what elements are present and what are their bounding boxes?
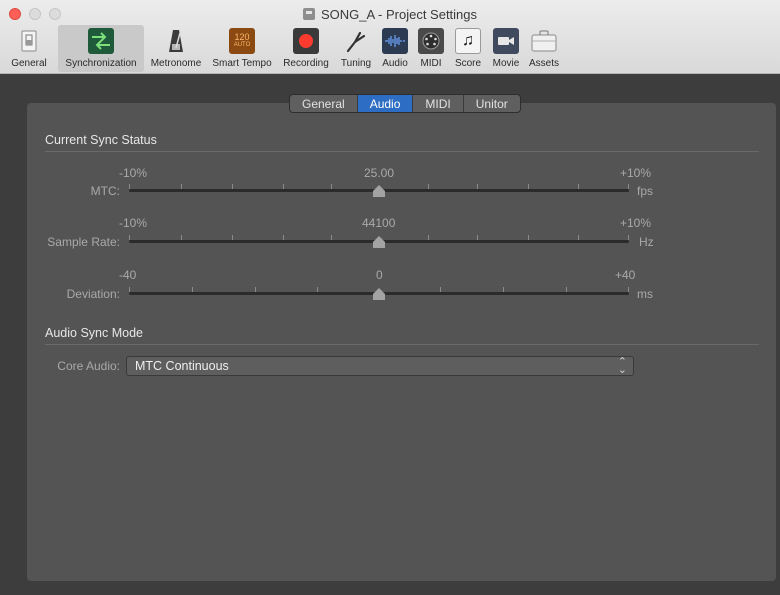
toolbar-label: General (11, 58, 47, 69)
window-title-text: SONG_A - Project Settings (320, 7, 478, 22)
sample-rate-value-label: 44100 (362, 216, 396, 230)
smart-tempo-badge-bottom: AUTO (233, 42, 251, 48)
midi-port-icon (418, 28, 444, 54)
toolbar-synchronization[interactable]: Synchronization (58, 25, 144, 72)
toolbar-label: MIDI (420, 58, 442, 69)
waveform-icon (382, 28, 408, 54)
toolbar-label: Audio (382, 58, 408, 69)
sync-tabs: General Audio MIDI Unitor (289, 94, 521, 113)
toolbar-assets[interactable]: Assets (526, 25, 562, 72)
briefcase-icon (531, 28, 557, 54)
toolbar-label: Recording (283, 58, 329, 69)
sync-arrows-icon (88, 28, 114, 54)
tab-audio[interactable]: Audio (357, 95, 414, 112)
mtc-label: MTC: (90, 184, 120, 198)
section-divider (45, 344, 759, 345)
smart-tempo-badge-top: 120 (234, 32, 250, 42)
deviation-min-label: -40 (119, 268, 137, 282)
deviation-max-label: +40 (615, 268, 636, 282)
deviation-slider-knob (373, 288, 385, 300)
deviation-label: Deviation: (66, 287, 120, 301)
chevron-up-down-icon: ⌃ ⌄ (617, 356, 627, 376)
sample-rate-label: Sample Rate: (47, 235, 120, 249)
sample-rate-min-label: -10% (119, 216, 148, 230)
toolbar-metronome[interactable]: Metronome (146, 25, 206, 72)
toolbar-audio[interactable]: Audio (378, 25, 412, 72)
toolbar-general[interactable]: General (0, 25, 58, 72)
toolbar-label: Tuning (340, 58, 372, 69)
metronome-icon (163, 28, 189, 54)
title-toolbar: SONG_A - Project Settings General Synchr… (0, 0, 780, 74)
tuning-fork-icon (343, 28, 369, 54)
switch-icon (16, 28, 42, 54)
section-divider (45, 151, 759, 152)
toolbar-midi[interactable]: MIDI (414, 25, 448, 72)
toolbar-label: Metronome (150, 58, 202, 69)
mtc-value-label: 25.00 (364, 166, 395, 180)
toolbar-label: Score (454, 58, 482, 69)
sample-rate-slider-knob (373, 236, 385, 248)
core-audio-label: Core Audio: (57, 359, 120, 373)
toolbar-movie[interactable]: Movie (488, 25, 524, 72)
mtc-unit: fps (637, 184, 654, 198)
toolbar-label: Synchronization (65, 58, 137, 69)
current-sync-status-heading: Current Sync Status (45, 133, 157, 147)
project-settings-window: SONG_A - Project Settings General Synchr… (0, 0, 780, 595)
toolbar-label: Smart Tempo (212, 58, 272, 69)
toolbar-label: Movie (492, 58, 520, 69)
core-audio-select[interactable]: MTC Continuous ⌃ ⌄ (126, 356, 634, 376)
deviation-unit: ms (637, 287, 653, 301)
record-icon (293, 28, 319, 54)
toolbar-label: Assets (528, 58, 559, 69)
smart-tempo-icon: 120 AUTO (229, 28, 255, 54)
mtc-max-label: +10% (620, 166, 652, 180)
audio-sync-mode-heading: Audio Sync Mode (45, 326, 143, 340)
toolbar-recording[interactable]: Recording (278, 25, 334, 72)
camera-icon (493, 28, 519, 54)
document-icon (302, 8, 315, 20)
music-note-icon: ♫ (455, 28, 481, 54)
sample-rate-unit: Hz (639, 235, 654, 249)
toolbar-tuning[interactable]: Tuning (336, 25, 376, 72)
tab-general[interactable]: General (290, 95, 358, 112)
mtc-slider-knob (373, 185, 385, 197)
window-title: SONG_A - Project Settings (0, 7, 780, 22)
core-audio-select-value: MTC Continuous (135, 359, 229, 373)
tab-unitor[interactable]: Unitor (464, 95, 520, 112)
toolbar-smart-tempo[interactable]: 120 AUTO Smart Tempo (208, 25, 276, 72)
deviation-value-label: 0 (376, 268, 383, 282)
tab-midi[interactable]: MIDI (413, 95, 464, 112)
sample-rate-max-label: +10% (620, 216, 652, 230)
mtc-min-label: -10% (119, 166, 148, 180)
toolbar-score[interactable]: ♫ Score (450, 25, 486, 72)
